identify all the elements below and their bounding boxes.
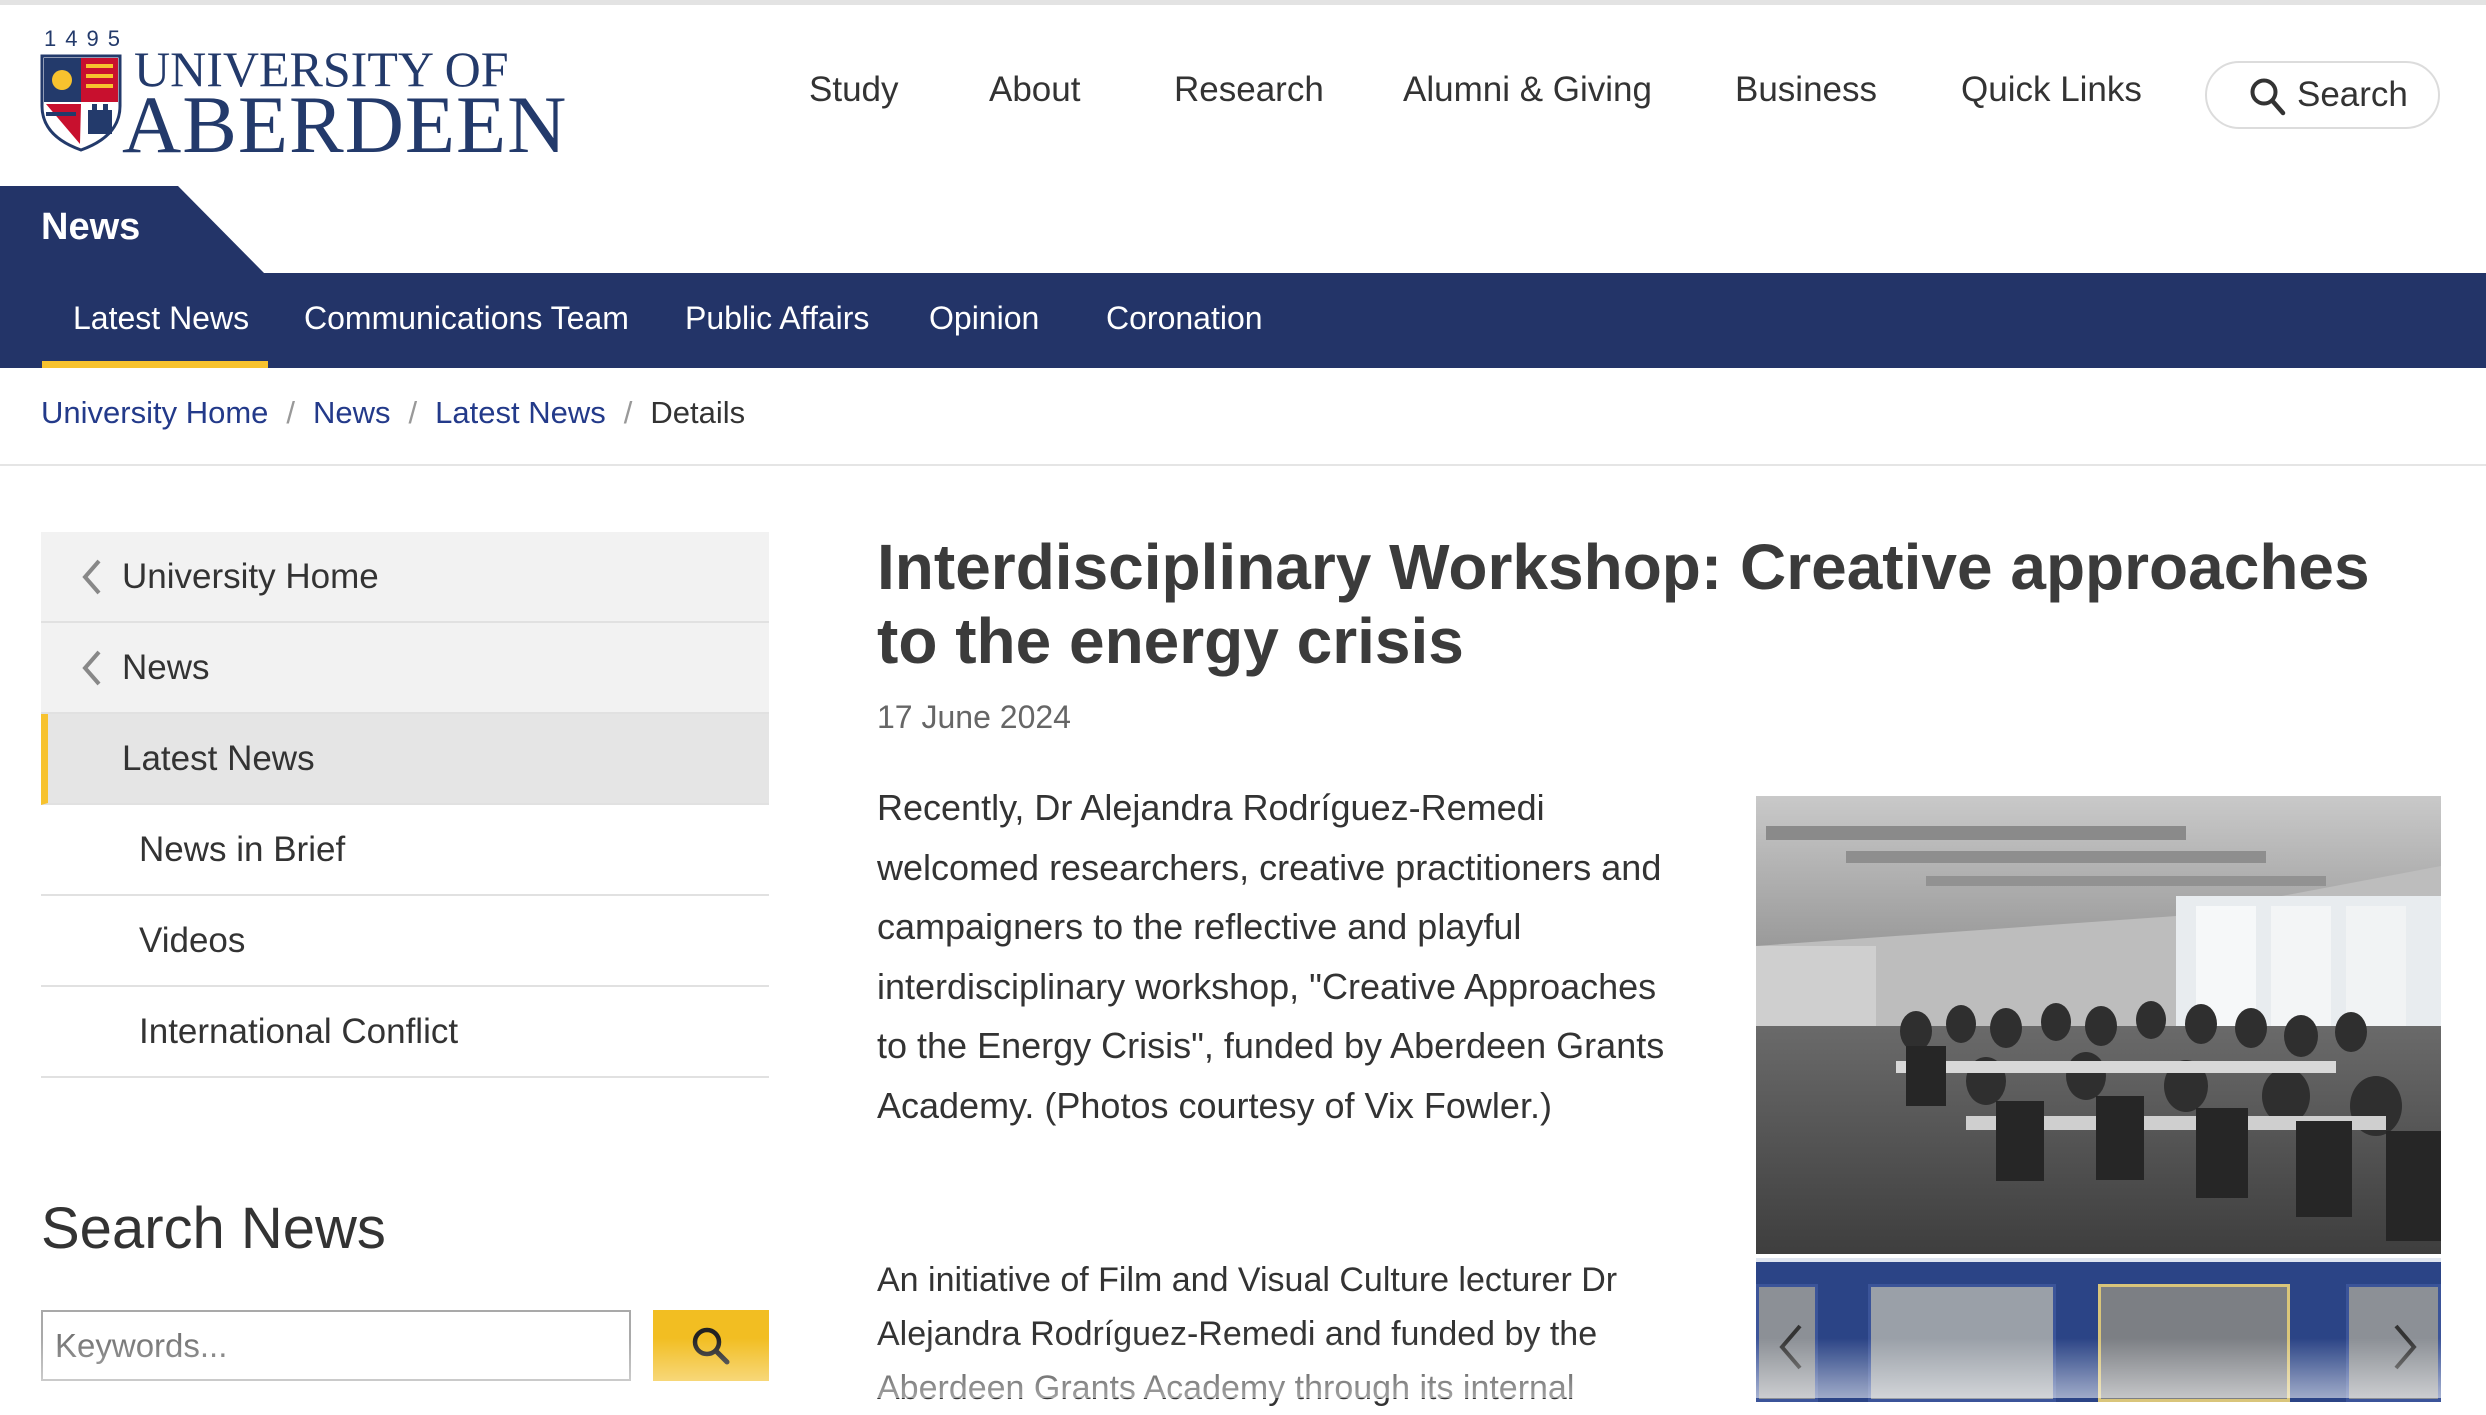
gallery-thumbnail-selected[interactable] bbox=[2098, 1284, 2290, 1402]
breadcrumb-separator: / bbox=[623, 395, 633, 430]
nav-business[interactable]: Business bbox=[1735, 70, 1877, 110]
side-nav-news-in-brief[interactable]: News in Brief bbox=[41, 805, 769, 896]
search-icon bbox=[2250, 78, 2286, 116]
search-news-heading: Search News bbox=[41, 1196, 386, 1261]
side-nav-international-conflict[interactable]: International Conflict bbox=[41, 987, 769, 1078]
side-nav-latest-news[interactable]: Latest News bbox=[41, 714, 769, 805]
keywords-input[interactable] bbox=[41, 1310, 631, 1381]
gallery-thumbnail[interactable] bbox=[1868, 1284, 2056, 1402]
article-paragraph: An initiative of Film and Visual Culture… bbox=[877, 1261, 1618, 1407]
logo-year: 1495 bbox=[44, 26, 129, 51]
side-nav: University Home News Latest News News in… bbox=[41, 532, 769, 1078]
subnav-coronation[interactable]: Coronation bbox=[1106, 300, 1263, 337]
chevron-left-icon bbox=[82, 650, 101, 686]
article-title: Interdisciplinary Workshop: Creative app… bbox=[877, 531, 2370, 677]
subnav-communications-team[interactable]: Communications Team bbox=[304, 300, 629, 337]
nav-about[interactable]: About bbox=[989, 70, 1080, 110]
search-button-label: Search bbox=[2297, 75, 2408, 114]
breadcrumb-news[interactable]: News bbox=[313, 395, 391, 430]
nav-research[interactable]: Research bbox=[1174, 70, 1324, 110]
breadcrumb-separator: / bbox=[286, 395, 296, 430]
side-nav-label: News in Brief bbox=[139, 830, 346, 869]
nav-quick-links[interactable]: Quick Links bbox=[1961, 70, 2142, 110]
side-nav-label: Latest News bbox=[122, 739, 315, 778]
side-nav-label: International Conflict bbox=[139, 1012, 459, 1051]
breadcrumb-current: Details bbox=[650, 395, 746, 430]
subnav-opinion[interactable]: Opinion bbox=[929, 300, 1039, 337]
search-news-submit-button[interactable] bbox=[653, 1310, 769, 1381]
side-nav-university-home[interactable]: University Home bbox=[41, 532, 769, 623]
workshop-photo-image bbox=[1756, 796, 2441, 1254]
breadcrumb-university-home[interactable]: University Home bbox=[41, 395, 268, 430]
breadcrumb: University Home / News / Latest News / Details bbox=[41, 395, 745, 431]
article-photo[interactable] bbox=[1756, 796, 2441, 1254]
subnav-latest-news[interactable]: Latest News bbox=[73, 300, 249, 337]
sub-nav: Latest News Communications Team Public A… bbox=[0, 273, 2486, 368]
side-nav-label: News bbox=[122, 648, 210, 687]
search-button[interactable]: Search bbox=[2205, 61, 2440, 129]
header-divider bbox=[0, 464, 2486, 466]
side-nav-videos[interactable]: Videos bbox=[41, 896, 769, 987]
side-nav-label: University Home bbox=[122, 557, 379, 596]
nav-study[interactable]: Study bbox=[809, 70, 899, 110]
crest-icon bbox=[40, 54, 122, 152]
photo-thumbnail-strip bbox=[1756, 1258, 2441, 1402]
side-nav-label: Videos bbox=[139, 921, 246, 960]
article-paragraph: Recently, Dr Alejandra Rodríguez-Remedi … bbox=[877, 787, 1665, 1126]
section-title: News bbox=[41, 206, 141, 248]
breadcrumb-latest-news[interactable]: Latest News bbox=[435, 395, 606, 430]
chevron-right-icon[interactable] bbox=[2390, 1322, 2420, 1372]
nav-alumni-giving[interactable]: Alumni & Giving bbox=[1403, 70, 1652, 110]
article-date: 17 June 2024 bbox=[877, 699, 1071, 735]
active-tab-indicator bbox=[42, 361, 268, 368]
chevron-left-icon[interactable] bbox=[1776, 1322, 1806, 1372]
university-logo[interactable]: 1495 UNIVERSITY OF ABERDEEN bbox=[40, 26, 566, 170]
side-nav-news[interactable]: News bbox=[41, 623, 769, 714]
logo-line2: ABERDEEN bbox=[122, 79, 568, 170]
search-icon bbox=[692, 1327, 730, 1365]
top-border bbox=[0, 0, 2486, 5]
section-tab-news[interactable]: News bbox=[0, 186, 265, 274]
chevron-left-icon bbox=[82, 559, 101, 595]
subnav-public-affairs[interactable]: Public Affairs bbox=[685, 300, 869, 337]
breadcrumb-separator: / bbox=[408, 395, 418, 430]
